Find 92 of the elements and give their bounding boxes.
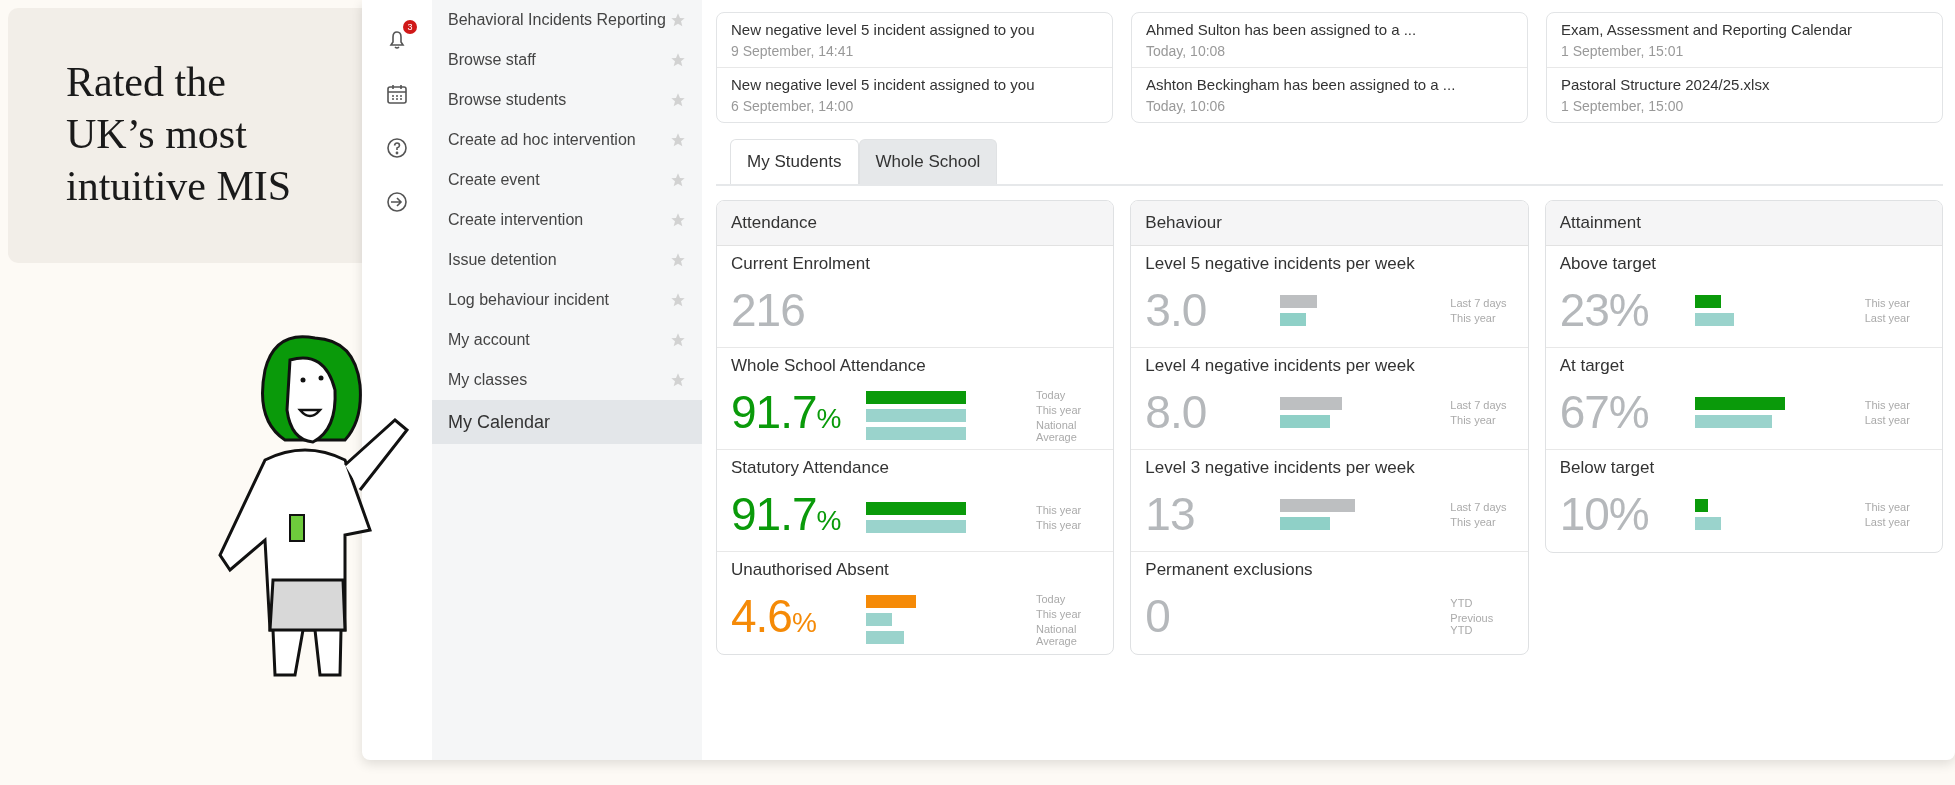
sidebar-item[interactable]: My classes bbox=[432, 360, 702, 400]
panel-title: Behaviour bbox=[1145, 213, 1222, 232]
mini-bar-chart-drawing bbox=[1694, 294, 1734, 326]
metric-label: Level 4 negative incidents per week bbox=[1145, 356, 1415, 375]
notification-time: 1 September, 15:01 bbox=[1561, 43, 1685, 59]
star-icon[interactable] bbox=[670, 92, 686, 108]
metric-value: 23% bbox=[1559, 283, 1650, 338]
metric-label: Statutory Attendance bbox=[731, 458, 889, 477]
legend-label: This year bbox=[1036, 607, 1083, 620]
notification-time: 6 September, 14:00 bbox=[731, 98, 855, 114]
legend-label: Last year bbox=[1864, 515, 1911, 528]
panel-title: Attendance bbox=[731, 213, 817, 232]
legend-label: This year bbox=[1450, 311, 1497, 324]
tab[interactable]: My Students bbox=[730, 139, 859, 184]
star-icon[interactable] bbox=[670, 372, 686, 388]
metric-value: 91.7% bbox=[731, 487, 842, 542]
metric-value: 216 bbox=[731, 283, 806, 338]
notification-time: Today, 10:08 bbox=[1146, 43, 1227, 59]
sidebar-item[interactable]: My account bbox=[432, 320, 702, 360]
notification-title[interactable]: New negative level 5 incident assigned to you bbox=[731, 76, 1098, 93]
metric-label: Whole School Attendance bbox=[731, 356, 926, 375]
star-icon[interactable] bbox=[670, 252, 686, 268]
legend-label: YTD bbox=[1450, 596, 1474, 609]
logout-icon[interactable] bbox=[385, 190, 409, 214]
star-icon[interactable] bbox=[670, 172, 686, 188]
star-icon[interactable] bbox=[670, 132, 686, 148]
notification-title[interactable]: Ahmed Sulton has been assigned to a ... bbox=[1146, 21, 1513, 38]
legend-label: Previous YTD bbox=[1450, 611, 1495, 636]
mini-bar-chart-drawing bbox=[866, 595, 916, 644]
sidebar-item[interactable]: Create intervention bbox=[432, 200, 702, 240]
legend-label: National Average bbox=[1036, 418, 1078, 443]
sidebar-item[interactable]: Create ad hoc intervention bbox=[432, 120, 702, 160]
legend-label: This year bbox=[1864, 398, 1911, 411]
metric-label: Above target bbox=[1559, 254, 1657, 273]
mini-bar-chart-drawing bbox=[1280, 294, 1318, 326]
star-icon[interactable] bbox=[670, 12, 686, 28]
notification-title[interactable]: New negative level 5 incident assigned to you bbox=[731, 21, 1098, 38]
metric-label: Unauthorised Absent bbox=[731, 560, 889, 579]
star-icon[interactable] bbox=[670, 52, 686, 68]
metric-label: At target bbox=[1559, 356, 1624, 375]
star-icon[interactable] bbox=[670, 332, 686, 348]
star-icon[interactable] bbox=[670, 292, 686, 308]
tab[interactable]: Whole School bbox=[858, 139, 998, 184]
legend-label: National Average bbox=[1036, 622, 1078, 647]
legend-label: Last year bbox=[1864, 413, 1911, 426]
sidebar-item[interactable]: Behavioral Incidents Reporting bbox=[432, 0, 702, 40]
legend-label: This year bbox=[1864, 500, 1911, 513]
notification-time: 1 September, 15:00 bbox=[1561, 98, 1685, 114]
legend-label: This year bbox=[1864, 296, 1911, 309]
legend-label: Today bbox=[1036, 388, 1067, 401]
legend-label: This year bbox=[1036, 504, 1083, 516]
metric-label: Level 3 negative incidents per week bbox=[1145, 458, 1415, 477]
notification-time: Today, 10:06 bbox=[1146, 98, 1227, 114]
star-icon[interactable] bbox=[670, 212, 686, 228]
notification-count-badge: 3 bbox=[403, 20, 417, 34]
notification-time: 9 September, 14:41 bbox=[731, 43, 855, 59]
metric-value: 67% bbox=[1559, 385, 1650, 440]
metric-value: 8.0 bbox=[1145, 385, 1208, 440]
sidebar-item[interactable]: My Calendar bbox=[432, 400, 702, 444]
legend-label: Last year bbox=[1864, 311, 1911, 324]
metric-value: 13 bbox=[1145, 487, 1196, 542]
metric-label: Permanent exclusions bbox=[1145, 560, 1313, 579]
metric-label: Current Enrolment bbox=[731, 254, 870, 273]
metric-value: 0 bbox=[1145, 589, 1171, 644]
mini-bar-chart-drawing bbox=[1694, 498, 1721, 530]
legend-label: Last 7 days bbox=[1450, 500, 1508, 513]
legend-label: This year bbox=[1450, 413, 1497, 426]
metric-value: 4.6% bbox=[731, 589, 817, 644]
notification-title[interactable]: Exam, Assessment and Reporting Calendar bbox=[1561, 21, 1928, 38]
sidebar-item[interactable]: Create event bbox=[432, 160, 702, 200]
legend-label: This year bbox=[1450, 515, 1497, 528]
callout-headline: Rated the UK’s most intuitive MIS bbox=[66, 58, 293, 211]
sidebar-item[interactable]: Browse students bbox=[432, 80, 702, 120]
legend-label: Last 7 days bbox=[1450, 398, 1508, 411]
sidebar-item[interactable]: Log behaviour incident bbox=[432, 280, 702, 320]
metric-value: 91.7% bbox=[731, 385, 842, 440]
sidebar-item[interactable]: Browse staff bbox=[432, 40, 702, 80]
legend-label: Today bbox=[1036, 592, 1067, 605]
notification-title[interactable]: Pastoral Structure 2024/25.xlsx bbox=[1561, 76, 1928, 93]
metric-value: 10% bbox=[1559, 487, 1650, 542]
legend-label: This year bbox=[1036, 403, 1083, 416]
help-icon[interactable] bbox=[385, 136, 409, 160]
notification-title[interactable]: Ashton Beckingham has been assigned to a ... bbox=[1146, 76, 1513, 93]
metric-label: Level 5 negative incidents per week bbox=[1145, 254, 1415, 273]
legend-label: This year bbox=[1036, 519, 1083, 531]
metric-value: 3.0 bbox=[1145, 283, 1208, 338]
panel-title: Attainment bbox=[1559, 213, 1641, 232]
calendar-icon[interactable] bbox=[385, 82, 409, 106]
legend-label: Last 7 days bbox=[1450, 296, 1508, 309]
sidebar-item[interactable]: Issue detention bbox=[432, 240, 702, 280]
metric-label: Below target bbox=[1559, 458, 1655, 477]
mini-bar-chart-drawing bbox=[1280, 396, 1343, 428]
